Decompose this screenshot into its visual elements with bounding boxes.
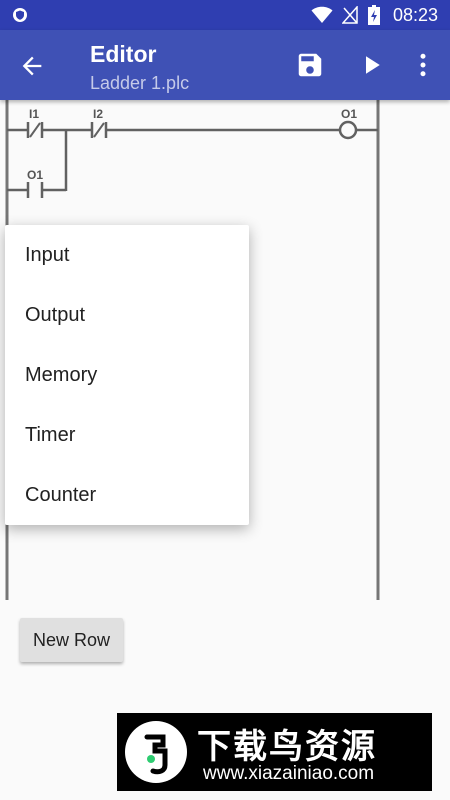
battery-charging-icon	[368, 5, 380, 25]
no-signal-icon	[342, 6, 358, 24]
page-title: Editor	[90, 41, 157, 67]
coil-o1[interactable]: O1	[338, 107, 357, 140]
coil-label: O1	[341, 107, 357, 121]
menu-item-timer[interactable]: Timer	[5, 405, 249, 465]
clock: 08:23	[392, 5, 438, 25]
menu-item-memory[interactable]: Memory	[5, 345, 249, 405]
run-play-icon[interactable]	[356, 50, 386, 80]
menu-item-input[interactable]: Input	[5, 225, 249, 285]
wifi-icon	[311, 6, 333, 23]
save-icon[interactable]	[295, 50, 325, 80]
menu-item-counter[interactable]: Counter	[5, 465, 249, 525]
new-row-button[interactable]: New Row	[20, 618, 123, 662]
contact-label: I1	[29, 107, 39, 121]
contact-label: O1	[27, 168, 43, 182]
file-name: Ladder 1.plc	[90, 73, 190, 93]
watermark-url: www.xiazainiao.com	[203, 763, 375, 784]
status-bar: 08:23	[0, 0, 450, 30]
rung-1[interactable]: I1 I2 O1	[7, 107, 378, 140]
watermark-title: 下载鸟资源	[197, 728, 377, 766]
more-options-icon[interactable]	[408, 50, 438, 80]
contact-i1[interactable]: I1	[26, 107, 44, 138]
contact-i2[interactable]: I2	[90, 107, 108, 138]
branch-o1[interactable]: O1	[7, 130, 68, 198]
contact-label: I2	[93, 107, 103, 121]
watermark-banner: 下载鸟资源 www.xiazainiao.com	[117, 713, 432, 791]
menu-item-output[interactable]: Output	[5, 285, 249, 345]
back-arrow-icon[interactable]	[18, 52, 46, 80]
vpn-shield-icon	[13, 8, 27, 22]
watermark-logo-icon	[125, 721, 187, 783]
app-toolbar: Editor Ladder 1.plc	[0, 30, 450, 100]
element-type-menu: Input Output Memory Timer Counter	[5, 225, 249, 525]
